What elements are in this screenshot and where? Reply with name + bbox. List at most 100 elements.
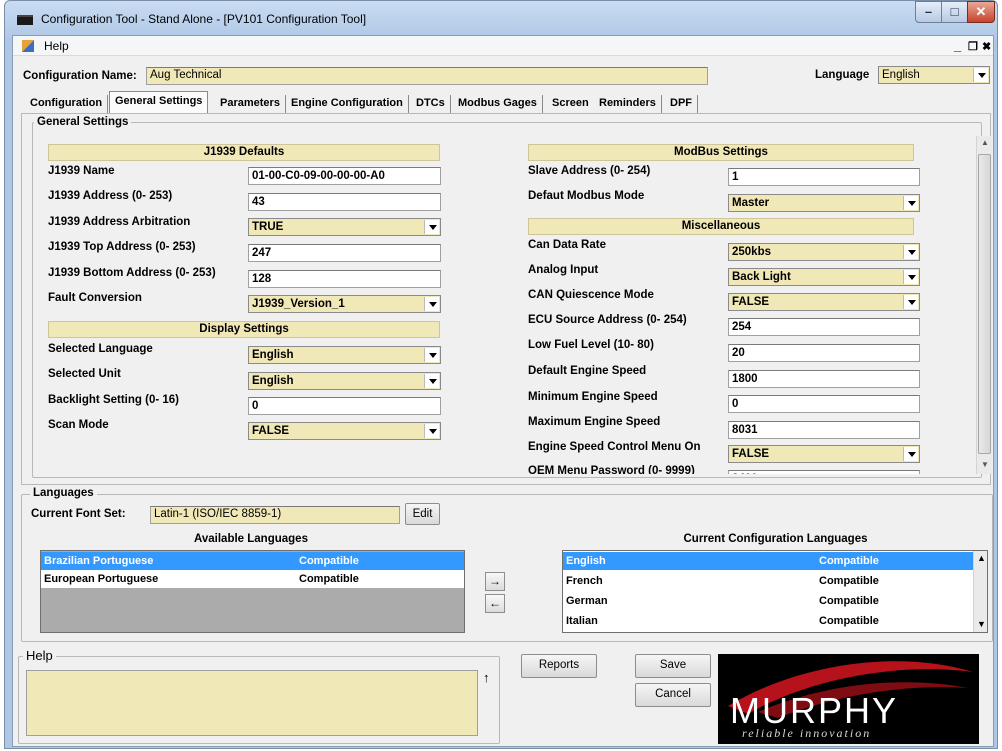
slave-address-field[interactable]: 1 [728, 168, 920, 186]
scrollbar-thumb[interactable] [978, 154, 991, 454]
ecu-source-address-field[interactable]: 254 [728, 318, 920, 336]
selected-unit-select[interactable]: English [248, 372, 441, 390]
tab-page: General Settings J1939 Defaults J1939 Na… [21, 113, 992, 485]
selected-language-select[interactable]: English [248, 346, 441, 364]
oem-password-field[interactable]: 2400 [728, 470, 920, 474]
language-status: Compatible [299, 573, 359, 585]
mdi-close-button[interactable]: ✖ [982, 40, 991, 53]
scroll-down-icon[interactable]: ▼ [981, 460, 989, 469]
cancel-button[interactable]: Cancel [635, 683, 711, 707]
chevron-down-icon[interactable] [424, 220, 439, 234]
config-name-field[interactable]: Aug Technical [146, 67, 708, 85]
list-item[interactable]: European Portuguese Compatible [41, 570, 464, 588]
min-engine-speed-field[interactable]: 0 [728, 395, 920, 413]
default-engine-speed-field[interactable]: 1800 [728, 370, 920, 388]
selected-language-value: English [252, 349, 294, 361]
language-status: Compatible [299, 555, 359, 567]
tab-parameters[interactable]: Parameters [215, 95, 286, 113]
j1939-name-label: J1939 Name [48, 165, 115, 177]
low-fuel-level-field[interactable]: 20 [728, 344, 920, 362]
can-quiescence-label: CAN Quiescence Mode [528, 289, 654, 301]
reports-button[interactable]: Reports [521, 654, 597, 678]
chevron-down-icon[interactable] [424, 297, 439, 311]
maximize-button[interactable]: □ [941, 1, 968, 23]
can-quiescence-value: FALSE [732, 296, 770, 308]
can-data-rate-select[interactable]: 250kbs [728, 243, 920, 261]
client-area: Help _ ❐ ✖ Configuration Name: Aug Techn… [12, 35, 994, 747]
minimize-button[interactable]: – [915, 1, 942, 23]
chevron-down-icon[interactable] [903, 245, 918, 259]
close-button[interactable]: ✕ [967, 1, 995, 23]
save-button[interactable]: Save [635, 654, 711, 678]
tab-configuration[interactable]: Configuration [25, 95, 109, 113]
j1939-name-field[interactable]: 01-00-C0-09-00-00-00-A0 [248, 167, 441, 185]
analog-input-select[interactable]: Back Light [728, 268, 920, 286]
edit-button[interactable]: Edit [405, 503, 440, 525]
list-item[interactable]: Italian Compatible [563, 612, 973, 630]
scan-mode-select[interactable]: FALSE [248, 422, 441, 440]
list-item[interactable]: Brazilian Portuguese Compatible [41, 552, 464, 570]
language-label: Language [815, 69, 870, 81]
tab-general-settings[interactable]: General Settings [109, 91, 209, 113]
modbus-mode-select[interactable]: Master [728, 194, 920, 212]
add-language-button[interactable]: → [485, 572, 505, 591]
j1939-arbitration-select[interactable]: TRUE [248, 218, 441, 236]
speed-control-menu-value: FALSE [732, 448, 770, 460]
language-status: Compatible [819, 575, 879, 587]
tab-reminders[interactable]: Reminders [594, 95, 662, 113]
j1939-top-address-field[interactable]: 247 [248, 244, 441, 262]
app-icon [17, 15, 33, 25]
miscellaneous-header: Miscellaneous [528, 218, 914, 235]
help-text-area[interactable] [26, 670, 478, 736]
mdi-minimize-button[interactable]: _ [954, 38, 961, 53]
chevron-down-icon[interactable] [903, 447, 918, 461]
backlight-field[interactable]: 0 [248, 397, 441, 415]
tab-dpf[interactable]: DPF [665, 95, 698, 113]
scroll-up-icon[interactable]: ▲ [981, 138, 989, 147]
chevron-down-icon[interactable] [903, 270, 918, 284]
mdi-child-icon[interactable] [22, 40, 34, 52]
title-bar[interactable]: Configuration Tool - Stand Alone - [PV10… [5, 1, 997, 35]
ecu-source-address-label: ECU Source Address (0- 254) [528, 314, 687, 326]
list-item[interactable]: French Compatible [563, 572, 973, 590]
scroll-down-icon[interactable]: ▼ [977, 619, 986, 629]
help-expand-icon[interactable]: ↑ [483, 670, 490, 685]
j1939-bottom-address-field[interactable]: 128 [248, 270, 441, 288]
settings-scrollbar[interactable]: ▲ ▼ [976, 136, 992, 474]
low-fuel-level-label: Low Fuel Level (10- 80) [528, 339, 654, 351]
tab-screen[interactable]: Screen [547, 95, 595, 113]
j1939-top-address-label: J1939 Top Address (0- 253) [48, 241, 196, 253]
remove-language-button[interactable]: ← [485, 594, 505, 613]
scroll-up-icon[interactable]: ▲ [977, 553, 986, 563]
list-item[interactable]: English Compatible [563, 552, 973, 570]
current-languages-list[interactable]: English Compatible French Compatible Ger… [562, 550, 988, 633]
available-languages-list[interactable]: Brazilian Portuguese Compatible European… [40, 550, 465, 633]
chevron-down-icon[interactable] [973, 68, 988, 82]
languages-title: Languages [30, 487, 97, 499]
j1939-address-label: J1939 Address (0- 253) [48, 190, 173, 202]
current-languages-scrollbar[interactable]: ▲ ▼ [973, 551, 987, 632]
j1939-address-field[interactable]: 43 [248, 193, 441, 211]
chevron-down-icon[interactable] [424, 424, 439, 438]
tab-dtcs[interactable]: DTCs [411, 95, 451, 113]
max-engine-speed-field[interactable]: 8031 [728, 421, 920, 439]
tab-modbus-gages[interactable]: Modbus Gages [453, 95, 543, 113]
language-select[interactable]: English [878, 66, 990, 84]
fault-conversion-select[interactable]: J1939_Version_1 [248, 295, 441, 313]
mdi-restore-button[interactable]: ❐ [968, 40, 978, 53]
chevron-down-icon[interactable] [903, 196, 918, 210]
j1939-arbitration-value: TRUE [252, 221, 284, 233]
chevron-down-icon[interactable] [903, 295, 918, 309]
scan-mode-value: FALSE [252, 425, 290, 437]
speed-control-menu-select[interactable]: FALSE [728, 445, 920, 463]
font-set-field[interactable]: Latin-1 (ISO/IEC 8859-1) [150, 506, 400, 524]
selected-unit-value: English [252, 375, 294, 387]
menu-help[interactable]: Help [44, 39, 69, 53]
list-item[interactable]: German Compatible [563, 592, 973, 610]
chevron-down-icon[interactable] [424, 348, 439, 362]
j1939-arbitration-label: J1939 Address Arbitration [48, 216, 191, 228]
can-quiescence-select[interactable]: FALSE [728, 293, 920, 311]
tab-engine-configuration[interactable]: Engine Configuration [286, 95, 409, 113]
chevron-down-icon[interactable] [424, 374, 439, 388]
can-data-rate-value: 250kbs [732, 246, 772, 258]
